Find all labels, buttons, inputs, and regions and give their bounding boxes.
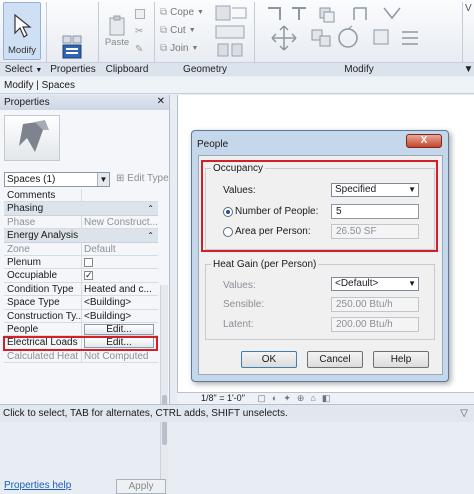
cut-geometry-icon: ⧉ — [160, 25, 168, 36]
space-type-icon — [19, 120, 49, 152]
people-row-highlight — [3, 336, 158, 351]
close-icon[interactable]: ✕ — [157, 96, 165, 107]
edit-type-button[interactable]: ⊞ Edit Type — [116, 173, 169, 184]
modify-label: Modify — [8, 45, 36, 56]
sensible-input[interactable]: 250.00 Btu/h — [331, 297, 419, 312]
prop-row-phase[interactable]: Phase New Construct... — [4, 215, 158, 230]
ok-button[interactable]: OK — [241, 351, 297, 368]
collapse-icon[interactable]: ⌃ — [147, 202, 154, 215]
ribbon-edge-group: ▼ — [463, 62, 474, 76]
clipboard-small-1[interactable] — [135, 6, 145, 22]
cursor-arrow-icon — [14, 13, 32, 38]
heat-gain-values-label: Values: — [223, 280, 256, 291]
ribbon-edge-label: V — [465, 3, 472, 14]
properties-palette: Properties ✕ Spaces (1) ▼ ⊞ Edit Type Co… — [0, 95, 170, 494]
properties-title: Properties — [0, 95, 169, 110]
copy-icon — [135, 9, 145, 19]
prop-row-people: People Edit... — [4, 322, 158, 337]
paste-label: Paste — [104, 37, 130, 48]
cope-button[interactable]: ⧉ Cope ▼ — [160, 5, 204, 21]
occupancy-highlight — [201, 160, 438, 252]
type-selector[interactable]: Spaces (1) ▼ — [4, 172, 110, 187]
chevron-down-icon: ▼ — [197, 9, 204, 16]
prop-row-occupiable: Occupiable — [4, 269, 158, 283]
heat-gain-values-select[interactable]: <Default> ▼ — [331, 277, 419, 291]
sensible-label: Sensible: — [223, 299, 265, 310]
paste-button[interactable]: Paste — [102, 4, 132, 48]
cut-label: Cut — [170, 25, 186, 36]
dialog-close-button[interactable]: X — [406, 134, 442, 148]
prop-row-zone[interactable]: Zone Default — [4, 242, 158, 256]
type-selector-value: Spaces (1) — [7, 174, 56, 185]
view-control-icons[interactable]: ▢◐✦⊕⌂◧ — [257, 393, 336, 403]
context-tab-label: Modify | Spaces — [4, 80, 75, 91]
prop-row-plenum: Plenum — [4, 255, 158, 270]
context-tab-bar: Modify | Spaces — [0, 77, 474, 94]
properties-help-link[interactable]: Properties help — [4, 480, 71, 491]
filter-icon[interactable]: ▽ — [460, 405, 468, 422]
join-label: Join — [170, 43, 189, 54]
chevron-down-icon: ▼ — [188, 27, 196, 34]
modify-tools-icon[interactable] — [262, 4, 442, 60]
view-control-bar: 1/8" = 1'-0" ▢◐✦⊕⌂◧ — [177, 392, 474, 404]
edit-type-icon: ⊞ — [116, 173, 125, 184]
prop-row-calculated-heat[interactable]: Calculated Heat ... Not Computed — [4, 349, 158, 364]
properties-group-label: Properties — [47, 62, 99, 76]
modify-group-label: Modify — [255, 62, 463, 76]
join-button[interactable]: ⧉ Join ▼ — [160, 41, 198, 57]
select-dropdown[interactable]: Select ▼ — [0, 62, 47, 76]
modify-button[interactable]: Modify — [3, 2, 41, 60]
wall-joins-icon[interactable] — [210, 4, 250, 60]
prop-row-construction-type[interactable]: Construction Ty... <Building> — [4, 309, 158, 323]
heat-gain-legend: Heat Gain (per Person) — [211, 259, 319, 270]
ribbon: Modify Paste ✂ ✎ ⧉ Cope ▼ ⧉ Cut ▼ ⧉ Join ▼ V S… — [0, 0, 474, 76]
collapse-icon[interactable]: ⌃ — [147, 229, 154, 242]
cope-icon: ⧉ — [160, 7, 168, 18]
chevron-down-icon: ▼ — [191, 45, 199, 52]
properties-button[interactable] — [51, 4, 93, 60]
cancel-button[interactable]: Cancel — [307, 351, 363, 368]
status-bar: Click to select, TAB for alternates, CTR… — [0, 404, 474, 422]
clipboard-small-2[interactable]: ✂ — [135, 24, 143, 40]
view-scale[interactable]: 1/8" = 1'-0" — [201, 393, 245, 403]
type-preview — [4, 115, 60, 161]
match-icon: ✎ — [135, 44, 144, 55]
cope-label: Cope — [170, 7, 195, 18]
help-button[interactable]: Help — [373, 351, 429, 368]
geometry-group-label: Geometry — [155, 62, 255, 76]
chevron-down-icon: ▼ — [35, 67, 43, 74]
prop-row-condition-type[interactable]: Condition Type Heated and c... — [4, 282, 158, 297]
category-energy-analysis[interactable]: Energy Analysis ⌃ — [4, 229, 158, 243]
properties-scrollbar[interactable] — [160, 285, 168, 485]
prop-row-space-type[interactable]: Space Type <Building> — [4, 296, 158, 310]
prop-row-comments[interactable]: Comments — [4, 189, 158, 203]
chevron-down-icon: ▼ — [408, 279, 416, 288]
clipboard-group-label: Clipboard — [99, 62, 155, 76]
category-phasing[interactable]: Phasing ⌃ — [4, 202, 158, 216]
paste-icon — [109, 15, 125, 36]
type-properties-icon — [62, 35, 82, 59]
latent-label: Latent: — [223, 319, 254, 330]
join-icon: ⧉ — [160, 43, 168, 54]
apply-button[interactable]: Apply — [116, 479, 166, 494]
people-edit-button[interactable]: Edit... — [84, 323, 154, 335]
cut-geometry-button[interactable]: ⧉ Cut ▼ — [160, 23, 196, 39]
chevron-down-icon: ▼ — [97, 173, 109, 186]
dialog-title: People — [197, 139, 229, 150]
clipboard-small-3[interactable]: ✎ — [135, 42, 143, 58]
latent-input[interactable]: 200.00 Btu/h — [331, 317, 419, 332]
status-text: Click to select, TAB for alternates, CTR… — [3, 408, 288, 419]
plenum-checkbox[interactable] — [84, 257, 93, 267]
cut-icon: ✂ — [135, 26, 144, 37]
occupiable-checkbox[interactable] — [84, 269, 93, 282]
